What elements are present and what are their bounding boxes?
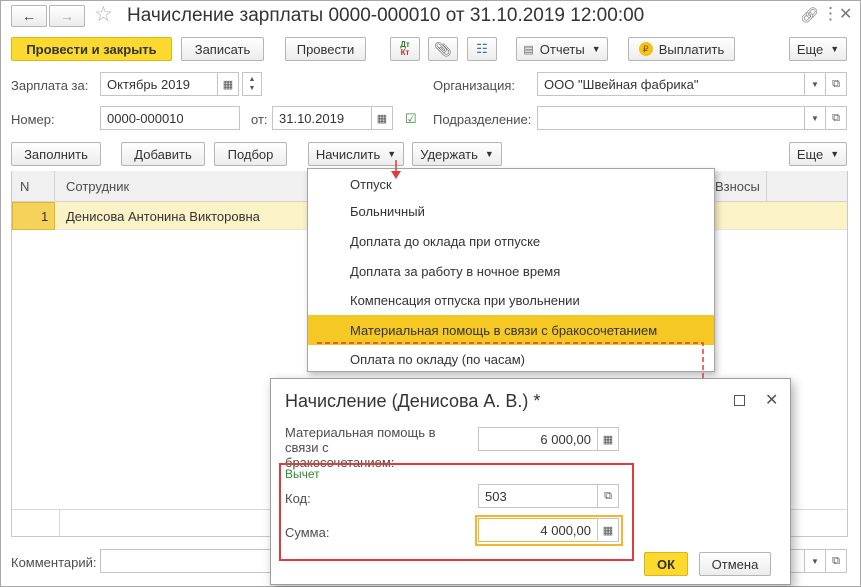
code-open-button[interactable]: ⧉ bbox=[597, 484, 619, 508]
calculator-icon: ▦ bbox=[602, 524, 614, 537]
arrow-dialog-line bbox=[317, 342, 704, 382]
dialog-title: Начисление (Денисова А. В.) * bbox=[285, 391, 541, 411]
open-icon: ⧉ bbox=[604, 489, 612, 502]
arrow-accrue-head bbox=[391, 171, 401, 179]
calculator-icon: ▦ bbox=[602, 433, 614, 446]
sum-calculator-button[interactable]: ▦ bbox=[597, 518, 619, 542]
maximize-icon[interactable] bbox=[734, 395, 745, 406]
deduction-title: Вычет bbox=[285, 467, 320, 481]
deduction-box bbox=[279, 463, 634, 561]
cancel-button[interactable]: Отмена bbox=[699, 552, 771, 576]
code-field[interactable]: 503 bbox=[478, 484, 598, 508]
sum-label: Сумма: bbox=[285, 525, 330, 540]
sum-field[interactable]: 4 000,00 bbox=[478, 518, 598, 542]
aid-calculator-button[interactable]: ▦ bbox=[597, 427, 619, 451]
code-label: Код: bbox=[285, 491, 311, 506]
aid-amount-value: 6 000,00 bbox=[540, 431, 591, 447]
ok-button[interactable]: ОК bbox=[644, 552, 688, 576]
dialog-close-icon[interactable]: ✕ bbox=[765, 390, 778, 410]
sum-value: 4 000,00 bbox=[540, 522, 591, 538]
accrual-dialog: Начисление (Денисова А. В.) * ✕ Материал… bbox=[270, 378, 791, 585]
aid-amount-field[interactable]: 6 000,00 bbox=[478, 427, 598, 451]
